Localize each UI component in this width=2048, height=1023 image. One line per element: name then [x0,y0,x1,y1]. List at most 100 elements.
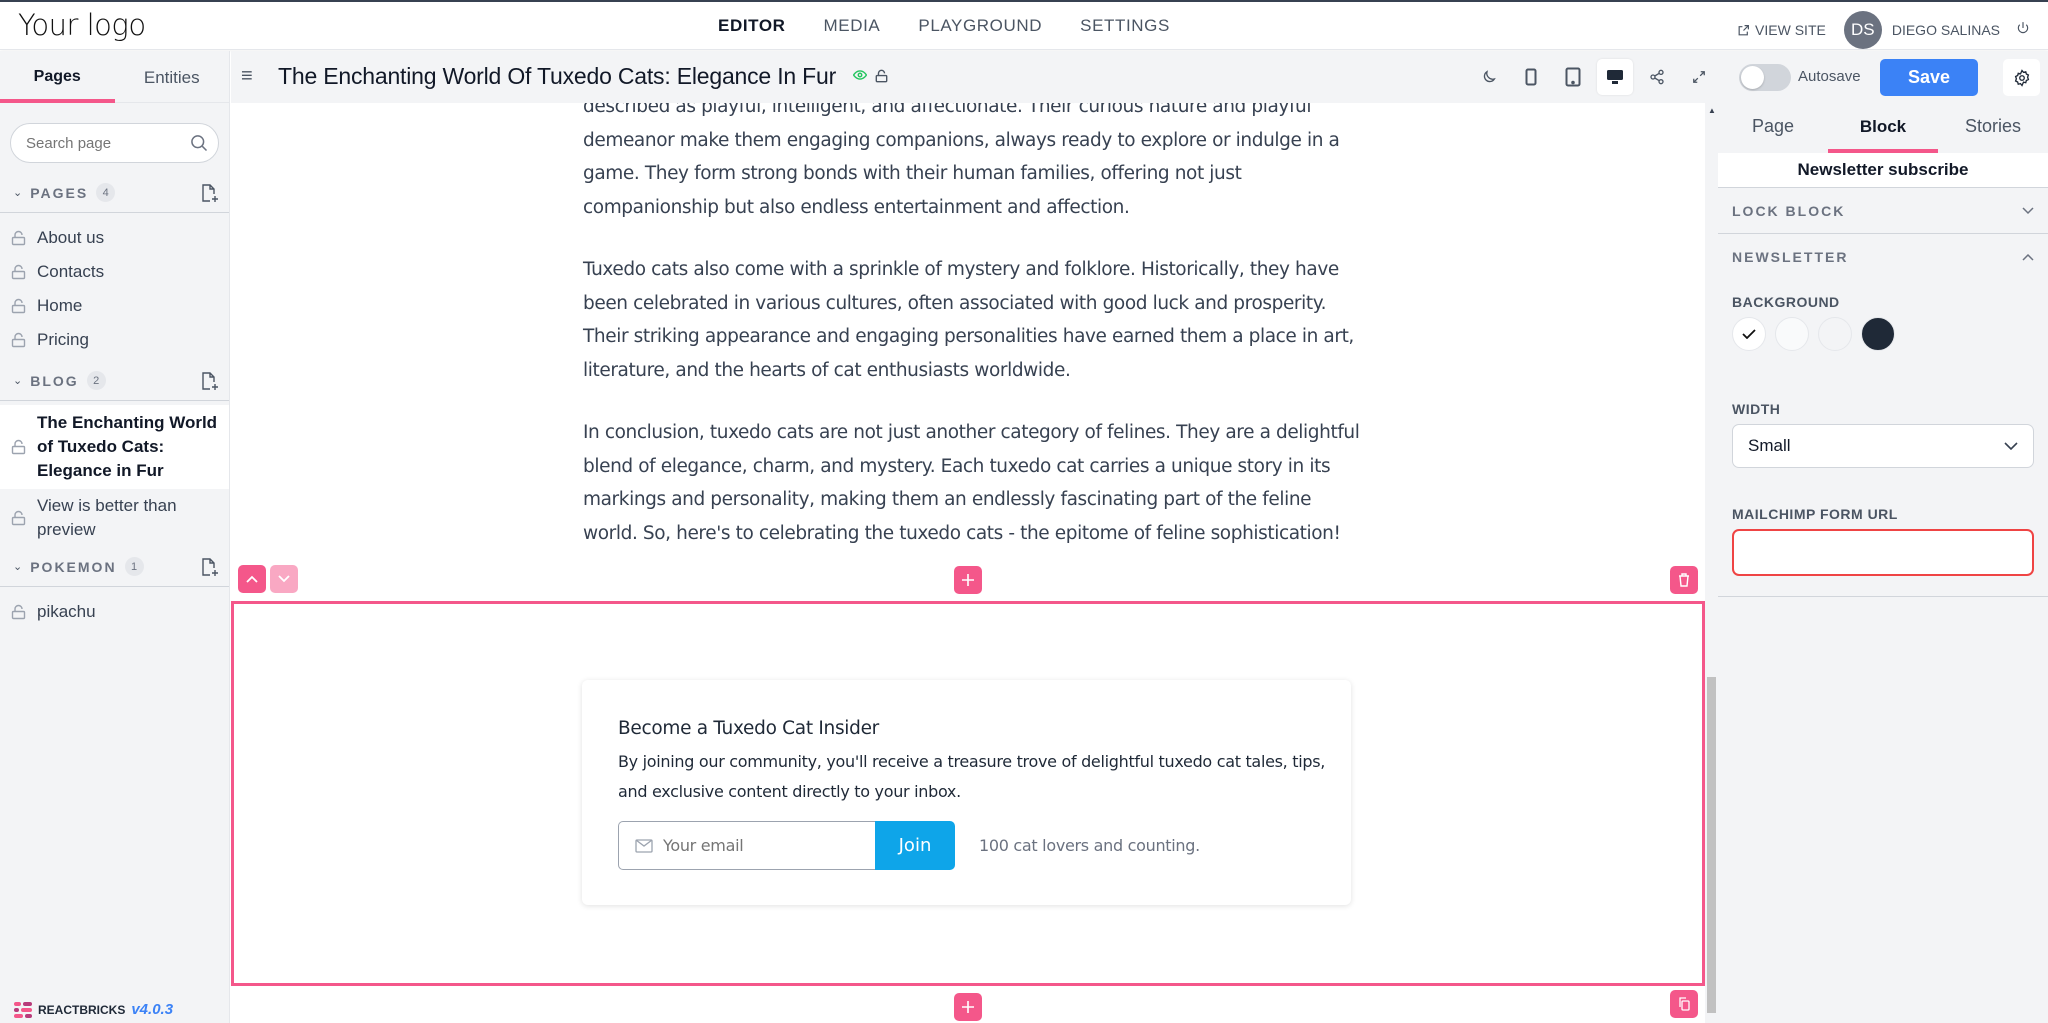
newsletter-title[interactable]: Become a Tuxedo Cat Insider [618,718,879,739]
page-item[interactable]: Home [0,289,229,323]
share-icon [1650,69,1664,85]
unlock-icon [11,332,26,348]
search-icon[interactable] [189,133,209,153]
version: v4.0.3 [131,1001,174,1018]
page-title: The Enchanting World Of Tuxedo Cats: Ele… [278,63,837,89]
main-nav: EDITOR MEDIA PLAYGROUND SETTINGS [718,16,1208,36]
page-item[interactable]: About us [0,221,229,255]
page-item[interactable]: pikachu [0,595,229,629]
mailchimp-url-input[interactable] [1732,529,2034,576]
page-item-label: The Enchanting World of Tuxedo Cats: Ele… [37,413,218,480]
share-button[interactable] [1639,59,1675,95]
unlock-icon [11,510,26,526]
section-title: BLOG [30,372,79,389]
add-block-above-button[interactable] [954,566,982,594]
left-sidebar: Pages Entities ⌄ PAGES 4 About us Contac… [0,51,230,1023]
panel-tabs: Page Block Stories [1718,103,2048,153]
newsletter-accordion[interactable]: NEWSLETTER [1718,234,2048,280]
tab-stories[interactable]: Stories [1938,103,2048,153]
tablet-view-button[interactable] [1555,59,1591,95]
add-block-below-button[interactable] [954,993,982,1021]
unlock-icon [11,230,26,246]
menu-icon[interactable]: ≡ [241,65,253,88]
chevron-down-icon [2022,206,2034,214]
view-site-link[interactable]: VIEW SITE [1737,22,1826,38]
nav-editor[interactable]: EDITOR [718,16,786,36]
avatar[interactable]: DS [1843,11,1882,49]
logout-button[interactable] [2016,21,2030,39]
lock-block-accordion[interactable]: LOCK BLOCK [1718,188,2048,234]
expand-icon [1693,71,1705,83]
canvas-scrollbar[interactable]: ▲ [1705,103,1718,1023]
add-page-icon[interactable] [201,371,219,391]
color-swatch[interactable] [1818,317,1852,351]
tab-page[interactable]: Page [1718,103,1828,153]
accordion-title: LOCK BLOCK [1732,202,1846,219]
dark-mode-button[interactable] [1471,59,1507,95]
search-input[interactable] [11,124,181,162]
unlock-icon [11,264,26,280]
paragraph[interactable]: In conclusion, tuxedo cats are not just … [583,416,1363,550]
page-item[interactable]: View is better than preview [0,489,229,547]
join-button[interactable]: Join [875,821,955,870]
unlock-icon [11,439,26,455]
page-settings-button[interactable] [2003,59,2040,96]
logo[interactable]: Your logo [18,8,146,42]
subscriber-count[interactable]: 100 cat lovers and counting. [979,836,1200,855]
color-swatch[interactable] [1775,317,1809,351]
section-pages[interactable]: ⌄ PAGES 4 [0,173,229,213]
trash-icon [1679,573,1689,587]
color-swatch[interactable] [1732,317,1766,351]
email-input[interactable] [663,836,863,855]
duplicate-block-button[interactable] [1670,990,1698,1018]
user-name[interactable]: DIEGO SALINAS [1892,22,2000,38]
eye-icon[interactable] [853,69,867,81]
unlock-icon[interactable] [875,69,888,83]
paragraph[interactable]: described as playful, intelligent, and a… [583,103,1363,224]
page-item-label: pikachu [37,602,96,621]
block-name: Newsletter subscribe [1718,153,2048,188]
tab-pages[interactable]: Pages [0,51,115,102]
page-item[interactable]: Pricing [0,323,229,357]
page-status-icons [853,69,888,83]
toggle-knob [1741,66,1764,89]
save-button[interactable]: Save [1880,59,1978,96]
section-blog[interactable]: ⌄ BLOG 2 [0,361,229,401]
search-box [10,123,219,163]
user-area: VIEW SITE DS DIEGO SALINAS [1737,11,2030,49]
width-select[interactable]: Small [1732,424,2034,468]
paragraph[interactable]: Tuxedo cats also come with a sprinkle of… [583,253,1363,387]
plus-icon [962,574,974,586]
mobile-view-button[interactable] [1513,59,1549,95]
email-field [618,821,875,870]
article-body: described as playful, intelligent, and a… [583,103,1363,579]
desktop-view-button[interactable] [1597,59,1633,95]
duplicate-icon [1679,997,1690,1011]
page-item-label: Pricing [37,330,89,349]
add-page-icon[interactable] [201,183,219,203]
page-item-selected[interactable]: The Enchanting World of Tuxedo Cats: Ele… [0,405,229,489]
delete-block-button[interactable] [1670,566,1698,594]
tab-entities[interactable]: Entities [115,51,230,102]
chevron-down-icon [278,575,290,583]
page-item[interactable]: Contacts [0,255,229,289]
nav-media[interactable]: MEDIA [824,16,881,36]
newsletter-description[interactable]: By joining our community, you'll receive… [618,747,1328,807]
color-swatch[interactable] [1861,317,1895,351]
add-page-icon[interactable] [201,557,219,577]
nav-settings[interactable]: SETTINGS [1080,16,1170,36]
tab-block[interactable]: Block [1828,103,1938,153]
section-count: 1 [124,557,144,576]
autosave-toggle[interactable] [1739,64,1791,91]
fullscreen-button[interactable] [1681,59,1717,95]
newsletter-form: Join 100 cat lovers and counting. [618,821,1200,870]
nav-playground[interactable]: PLAYGROUND [918,16,1042,36]
move-block-up-button[interactable] [238,565,266,593]
scrollbar-thumb[interactable] [1707,677,1716,1013]
scroll-up-arrow[interactable]: ▲ [1708,106,1716,115]
move-block-down-button[interactable] [270,565,298,593]
moon-icon [1483,70,1496,83]
section-title: POKEMON [30,558,117,575]
section-pokemon[interactable]: ⌄ POKEMON 1 [0,547,229,587]
autosave-label: Autosave [1798,68,1861,85]
